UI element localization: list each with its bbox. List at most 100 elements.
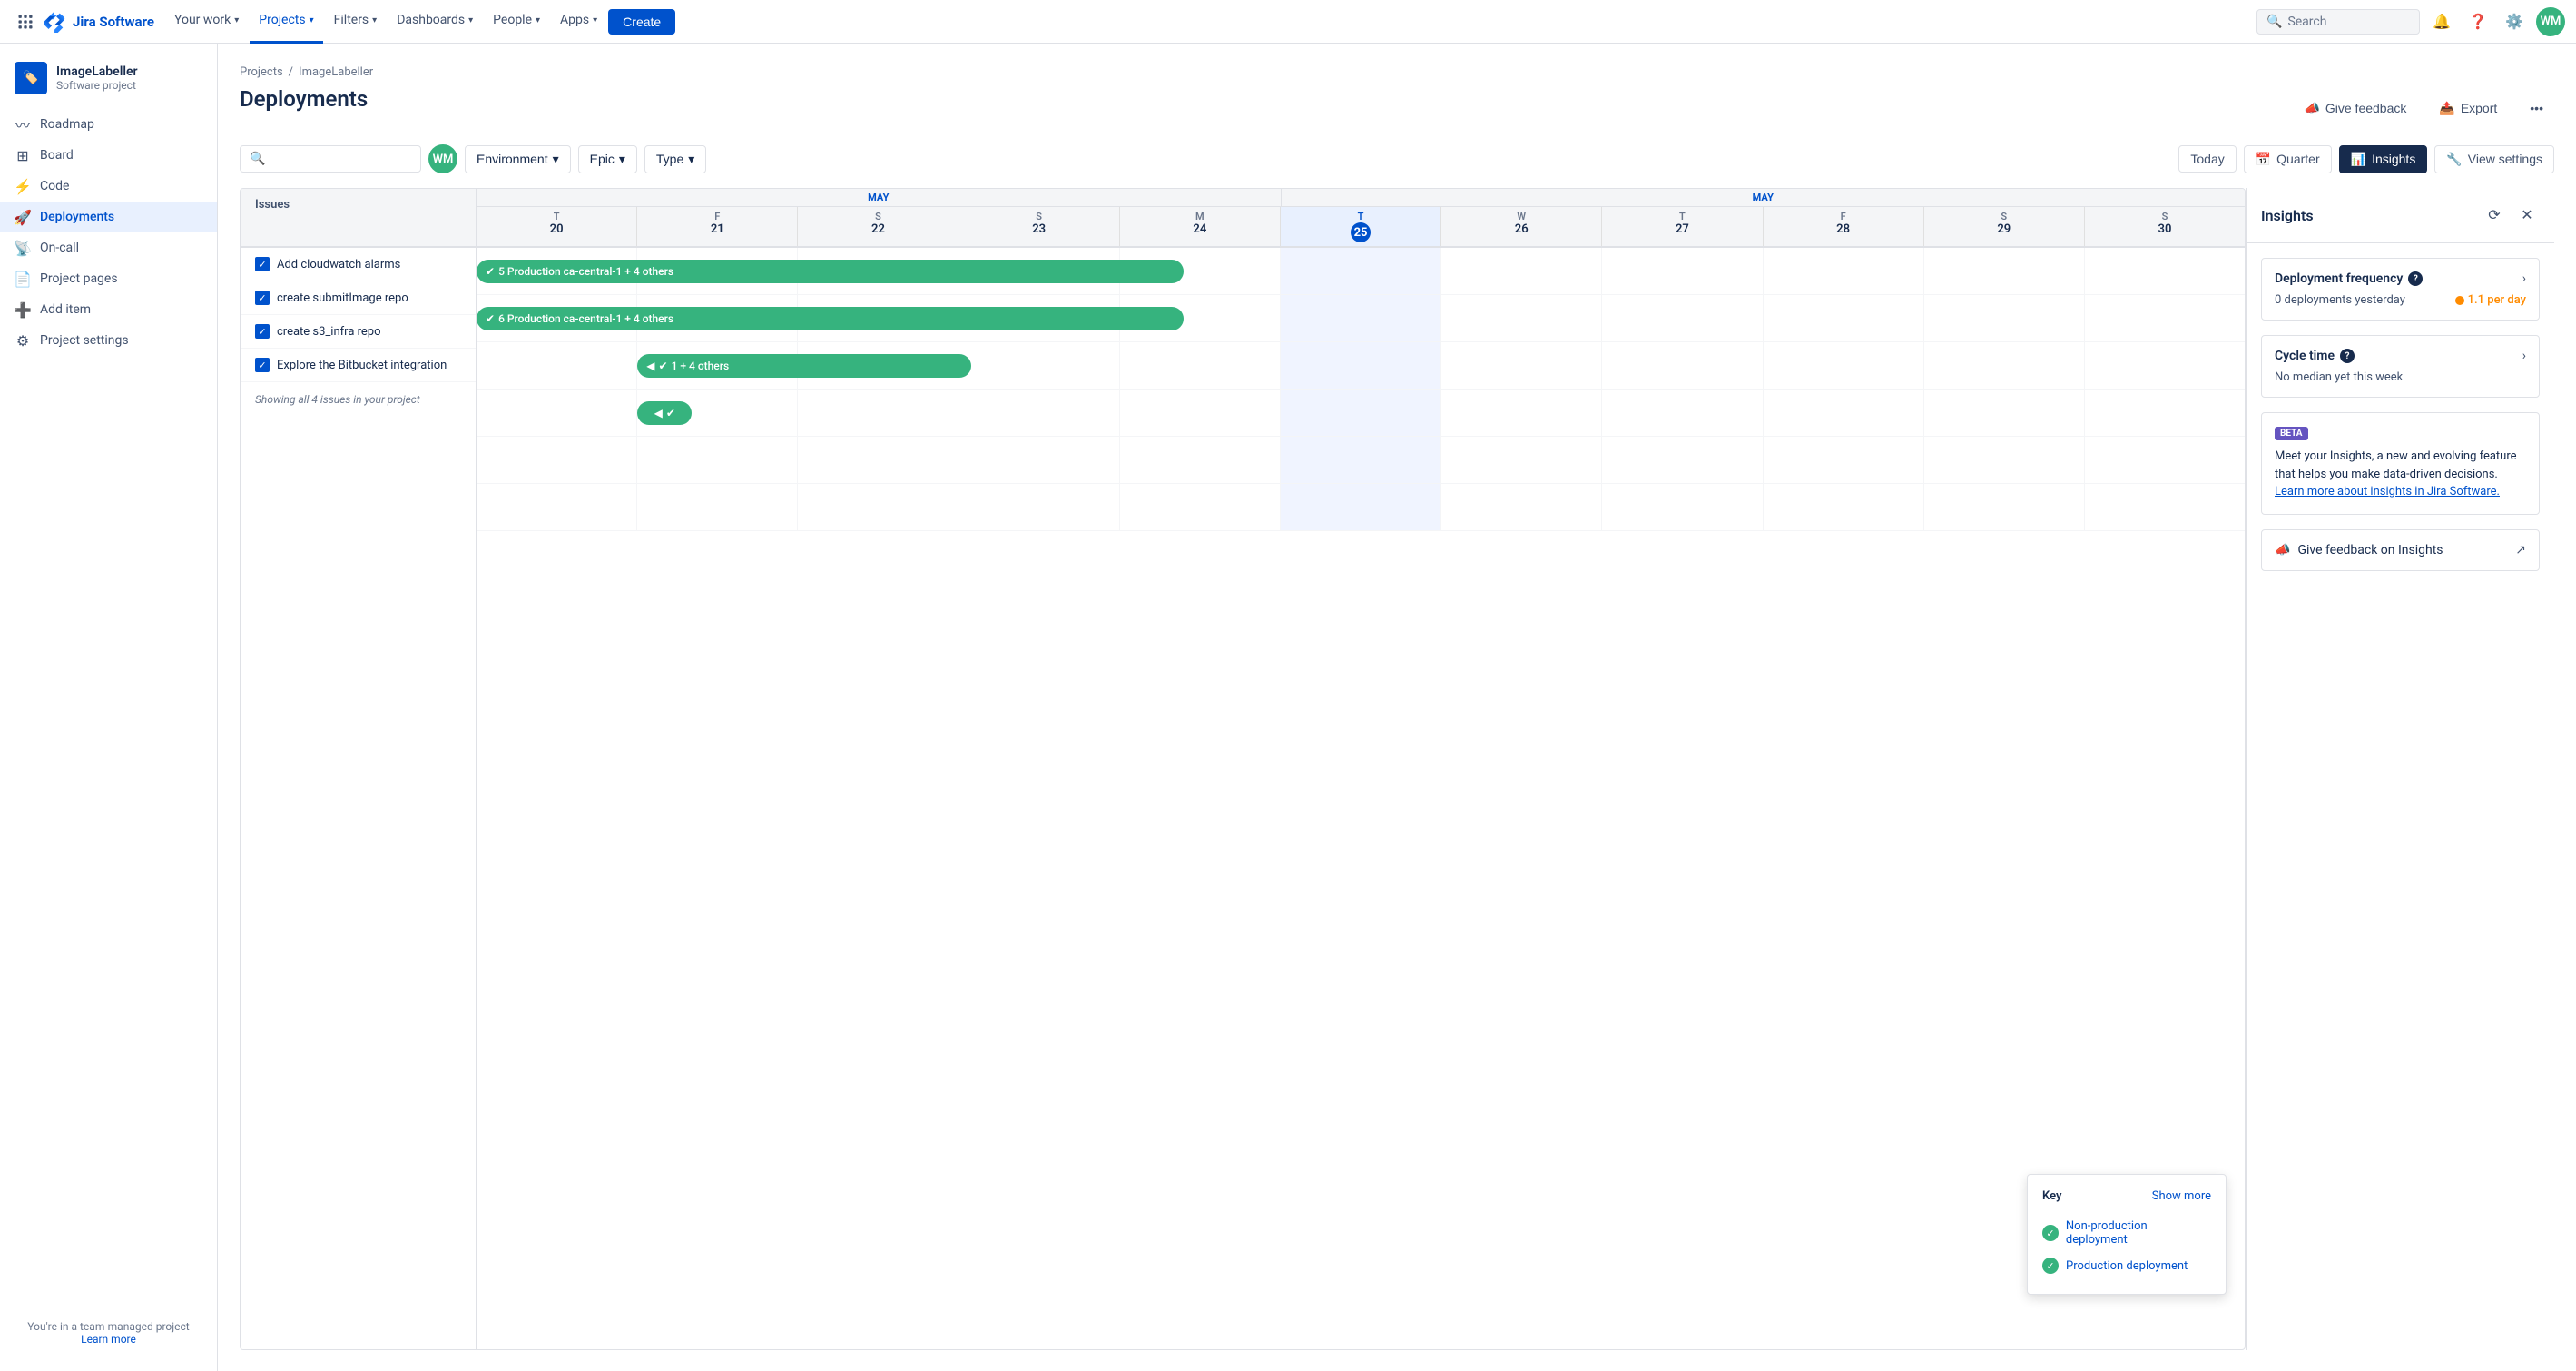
- page-header-actions: 📣 Give feedback 📤 Export •••: [2293, 95, 2554, 122]
- cal-cell: [1602, 248, 1763, 294]
- sidebar-item-roadmap[interactable]: 〰 Roadmap: [0, 109, 217, 140]
- sidebar-item-project-pages[interactable]: 📄 Project pages: [0, 263, 217, 294]
- beta-card: BETA Meet your Insights, a new and evolv…: [2261, 412, 2540, 515]
- megaphone-icon: 📣: [2275, 543, 2290, 557]
- deployment-frequency-badge: 1.1 per day: [2455, 293, 2526, 307]
- give-feedback-button[interactable]: 📣 Give feedback: [2293, 95, 2417, 122]
- help-icon[interactable]: ?: [2340, 349, 2355, 363]
- issues-column-header: Issues: [241, 189, 477, 246]
- environment-filter[interactable]: Environment ▾: [465, 145, 571, 173]
- key-popup-header: Key Show more: [2042, 1189, 2211, 1203]
- export-icon: 📤: [2439, 101, 2454, 116]
- sidebar-item-label: Add item: [40, 302, 91, 317]
- sidebar-footer: You're in a team-managed project Learn m…: [0, 1306, 217, 1360]
- check-icon: ✓: [2042, 1225, 2059, 1241]
- more-actions-button[interactable]: •••: [2519, 95, 2554, 121]
- issue-row-1[interactable]: ✓ Add cloudwatch alarms: [241, 248, 476, 281]
- user-filter-avatar[interactable]: WM: [428, 144, 457, 173]
- nav-filters[interactable]: Filters ▾: [325, 0, 387, 44]
- user-avatar[interactable]: WM: [2536, 7, 2565, 36]
- nav-apps[interactable]: Apps ▾: [551, 0, 606, 44]
- notifications-button[interactable]: 🔔: [2427, 7, 2456, 36]
- cal-cell: [1924, 295, 2085, 341]
- deploy-bar-text: 6 Production ca-central-1 + 4 others: [498, 312, 673, 325]
- type-filter[interactable]: Type ▾: [644, 145, 706, 173]
- sidebar-item-add-item[interactable]: ➕ Add item: [0, 294, 217, 325]
- breadcrumb-separator: /: [289, 65, 293, 79]
- issues-search-input[interactable]: [269, 152, 411, 166]
- project-icon: 🏷️: [23, 71, 38, 85]
- epic-filter[interactable]: Epic ▾: [578, 145, 637, 173]
- cycle-time-title: Cycle time ?: [2275, 349, 2355, 363]
- insights-button[interactable]: 📊 Insights: [2339, 145, 2428, 173]
- help-button[interactable]: ❓: [2463, 7, 2492, 36]
- cal-cell: [1120, 390, 1281, 436]
- insights-refresh-button[interactable]: ⟳: [2482, 202, 2507, 228]
- sidebar-item-project-settings[interactable]: ⚙ Project settings: [0, 325, 217, 356]
- cal-cell: [1924, 342, 2085, 389]
- issue-checkbox-1: ✓: [255, 257, 270, 271]
- search-icon: 🔍: [2266, 15, 2282, 29]
- nav-dashboards[interactable]: Dashboards ▾: [388, 0, 482, 44]
- insights-panel-header: Insights ⟳ ✕: [2247, 188, 2554, 243]
- help-icon[interactable]: ?: [2408, 271, 2423, 286]
- issue-checkbox-3: ✓: [255, 324, 270, 339]
- learn-more-insights-link[interactable]: Learn more about insights in Jira Softwa…: [2275, 485, 2500, 498]
- issue-row-2[interactable]: ✓ create submitImage repo: [241, 281, 476, 315]
- search-box[interactable]: 🔍 Search: [2256, 9, 2420, 35]
- chevron-down-icon: ▾: [372, 15, 377, 25]
- export-button[interactable]: 📤 Export: [2428, 95, 2508, 122]
- sidebar-item-board[interactable]: ⊞ Board: [0, 140, 217, 171]
- day-header-29: S 29: [1924, 207, 2085, 246]
- issue-row-4[interactable]: ✓ Explore the Bitbucket integration: [241, 349, 476, 382]
- issues-search-box[interactable]: 🔍: [240, 145, 421, 173]
- chevron-down-icon: ▾: [688, 152, 694, 167]
- days-header: MAY MAY T 20 F 21: [477, 189, 2245, 246]
- deploy-bar-4[interactable]: ◀ ✔: [637, 401, 692, 425]
- app-logo[interactable]: Jira Software: [44, 11, 154, 33]
- cal-cell-today: [1281, 295, 1441, 341]
- nav-people[interactable]: People ▾: [484, 0, 549, 44]
- show-more-link[interactable]: Show more: [2152, 1189, 2211, 1203]
- deployment-frequency-stat: 0 deployments yesterday 1.1 per day: [2275, 293, 2526, 307]
- nav-projects[interactable]: Projects ▾: [250, 0, 322, 44]
- cycle-time-stat: No median yet this week: [2275, 370, 2526, 384]
- deploy-bar-1[interactable]: ✔ 5 Production ca-central-1 + 4 others: [477, 260, 1184, 283]
- today-button[interactable]: Today: [2178, 145, 2236, 173]
- cal-cell: [2085, 295, 2245, 341]
- chevron-right-icon[interactable]: ›: [2522, 271, 2526, 286]
- quarter-button[interactable]: 📅 Quarter: [2244, 145, 2332, 173]
- check-icon: ✔: [659, 360, 668, 372]
- breadcrumb-project[interactable]: ImageLabeller: [299, 65, 373, 79]
- learn-more-link[interactable]: Learn more: [81, 1333, 136, 1346]
- cal-cell: [798, 390, 959, 436]
- cal-cell: [959, 342, 1120, 389]
- check-icon: ✔: [486, 265, 495, 278]
- breadcrumb-projects[interactable]: Projects: [240, 65, 283, 79]
- check-icon: ✔: [486, 312, 495, 325]
- insights-close-button[interactable]: ✕: [2514, 202, 2540, 228]
- sidebar-item-deployments[interactable]: 🚀 Deployments: [0, 202, 217, 232]
- sidebar-item-code[interactable]: ⚡ Code: [0, 171, 217, 202]
- nav-your-work[interactable]: Your work ▾: [165, 0, 248, 44]
- issue-row-3[interactable]: ✓ create s3_infra repo: [241, 315, 476, 349]
- deploy-bar-3[interactable]: ◀ ✔ 1 + 4 others: [637, 354, 971, 378]
- roadmap-icon: 〰: [15, 116, 31, 133]
- deploy-bar-2[interactable]: ✔ 6 Production ca-central-1 + 4 others: [477, 307, 1184, 330]
- insights-panel-title: Insights: [2261, 207, 2314, 224]
- key-item-1[interactable]: ✓ Non-production deployment: [2042, 1214, 2211, 1252]
- sidebar-item-label: Deployments: [40, 210, 114, 224]
- issue-checkbox-2: ✓: [255, 291, 270, 305]
- create-button[interactable]: Create: [608, 9, 675, 35]
- search-icon: 🔍: [250, 152, 265, 166]
- main-layout: 🏷️ ImageLabeller Software project 〰 Road…: [0, 44, 2576, 1371]
- settings-button[interactable]: ⚙️: [2500, 7, 2529, 36]
- view-settings-button[interactable]: 🔧 View settings: [2434, 145, 2554, 173]
- give-feedback-insights-card[interactable]: 📣 Give feedback on Insights ↗: [2261, 529, 2540, 571]
- chevron-right-icon[interactable]: ›: [2522, 349, 2526, 363]
- grid-menu-icon[interactable]: [11, 7, 40, 36]
- sidebar-item-oncall[interactable]: 📡 On-call: [0, 232, 217, 263]
- key-item-2[interactable]: ✓ Production deployment: [2042, 1252, 2211, 1279]
- oncall-icon: 📡: [15, 240, 31, 256]
- day-header-26: W 26: [1441, 207, 1602, 246]
